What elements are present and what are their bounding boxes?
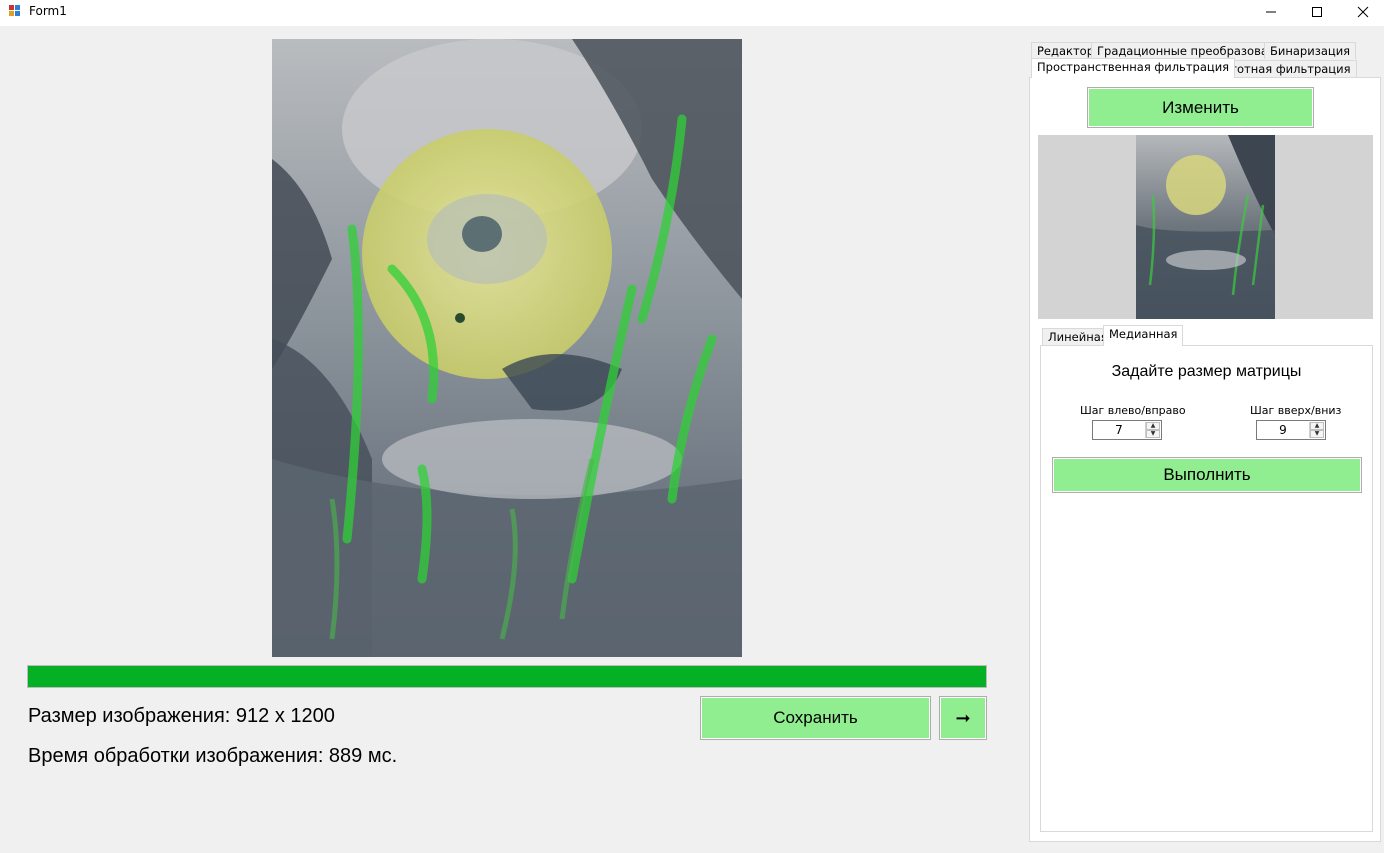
- median-page: [1040, 345, 1373, 832]
- tab-spatial-filtering[interactable]: Пространственная фильтрация: [1031, 58, 1236, 78]
- next-button[interactable]: ➞: [939, 696, 987, 740]
- progress-fill: [28, 666, 986, 687]
- close-icon: [1357, 6, 1369, 18]
- window-title: Form1: [29, 4, 67, 18]
- main-image: [272, 39, 742, 657]
- tab-editor[interactable]: Редактор: [1031, 42, 1100, 59]
- maximize-icon: [1312, 7, 1322, 17]
- step-ud-label: Шаг вверх/вниз: [1250, 404, 1342, 417]
- tab-binarization[interactable]: Бинаризация: [1264, 42, 1357, 59]
- change-button[interactable]: Изменить: [1087, 87, 1314, 128]
- minimize-icon: [1266, 11, 1276, 13]
- step-ud-spinner[interactable]: ▲ ▼: [1309, 422, 1324, 438]
- minimize-button[interactable]: [1248, 0, 1294, 24]
- step-ud-value: 9: [1279, 423, 1287, 437]
- spin-up-icon[interactable]: ▲: [1310, 422, 1324, 430]
- run-button[interactable]: Выполнить: [1052, 457, 1362, 493]
- arrow-right-icon: ➞: [955, 707, 971, 728]
- maximize-button[interactable]: [1294, 0, 1340, 24]
- title-bar: Form1: [0, 0, 1384, 26]
- app-icon: [9, 5, 22, 18]
- step-lr-value: 7: [1115, 423, 1123, 437]
- spin-up-icon[interactable]: ▲: [1146, 422, 1160, 430]
- preview-image: [1038, 135, 1373, 319]
- spin-down-icon[interactable]: ▼: [1146, 430, 1160, 438]
- matrix-size-heading: Задайте размер матрицы: [1111, 363, 1302, 380]
- step-lr-spinner[interactable]: ▲ ▼: [1145, 422, 1160, 438]
- progress-bar: [27, 665, 987, 688]
- step-lr-input[interactable]: 7 ▲ ▼: [1092, 420, 1162, 440]
- close-button[interactable]: [1340, 0, 1384, 24]
- step-lr-label: Шаг влево/вправо: [1080, 404, 1186, 417]
- processing-time-label: Время обработки изображения: 889 мс.: [28, 745, 398, 767]
- step-ud-input[interactable]: 9 ▲ ▼: [1256, 420, 1326, 440]
- spin-down-icon[interactable]: ▼: [1310, 430, 1324, 438]
- image-size-label: Размер изображения: 912 x 1200: [28, 705, 335, 727]
- subtab-median[interactable]: Медианная: [1103, 325, 1184, 346]
- save-button[interactable]: Сохранить: [700, 696, 931, 740]
